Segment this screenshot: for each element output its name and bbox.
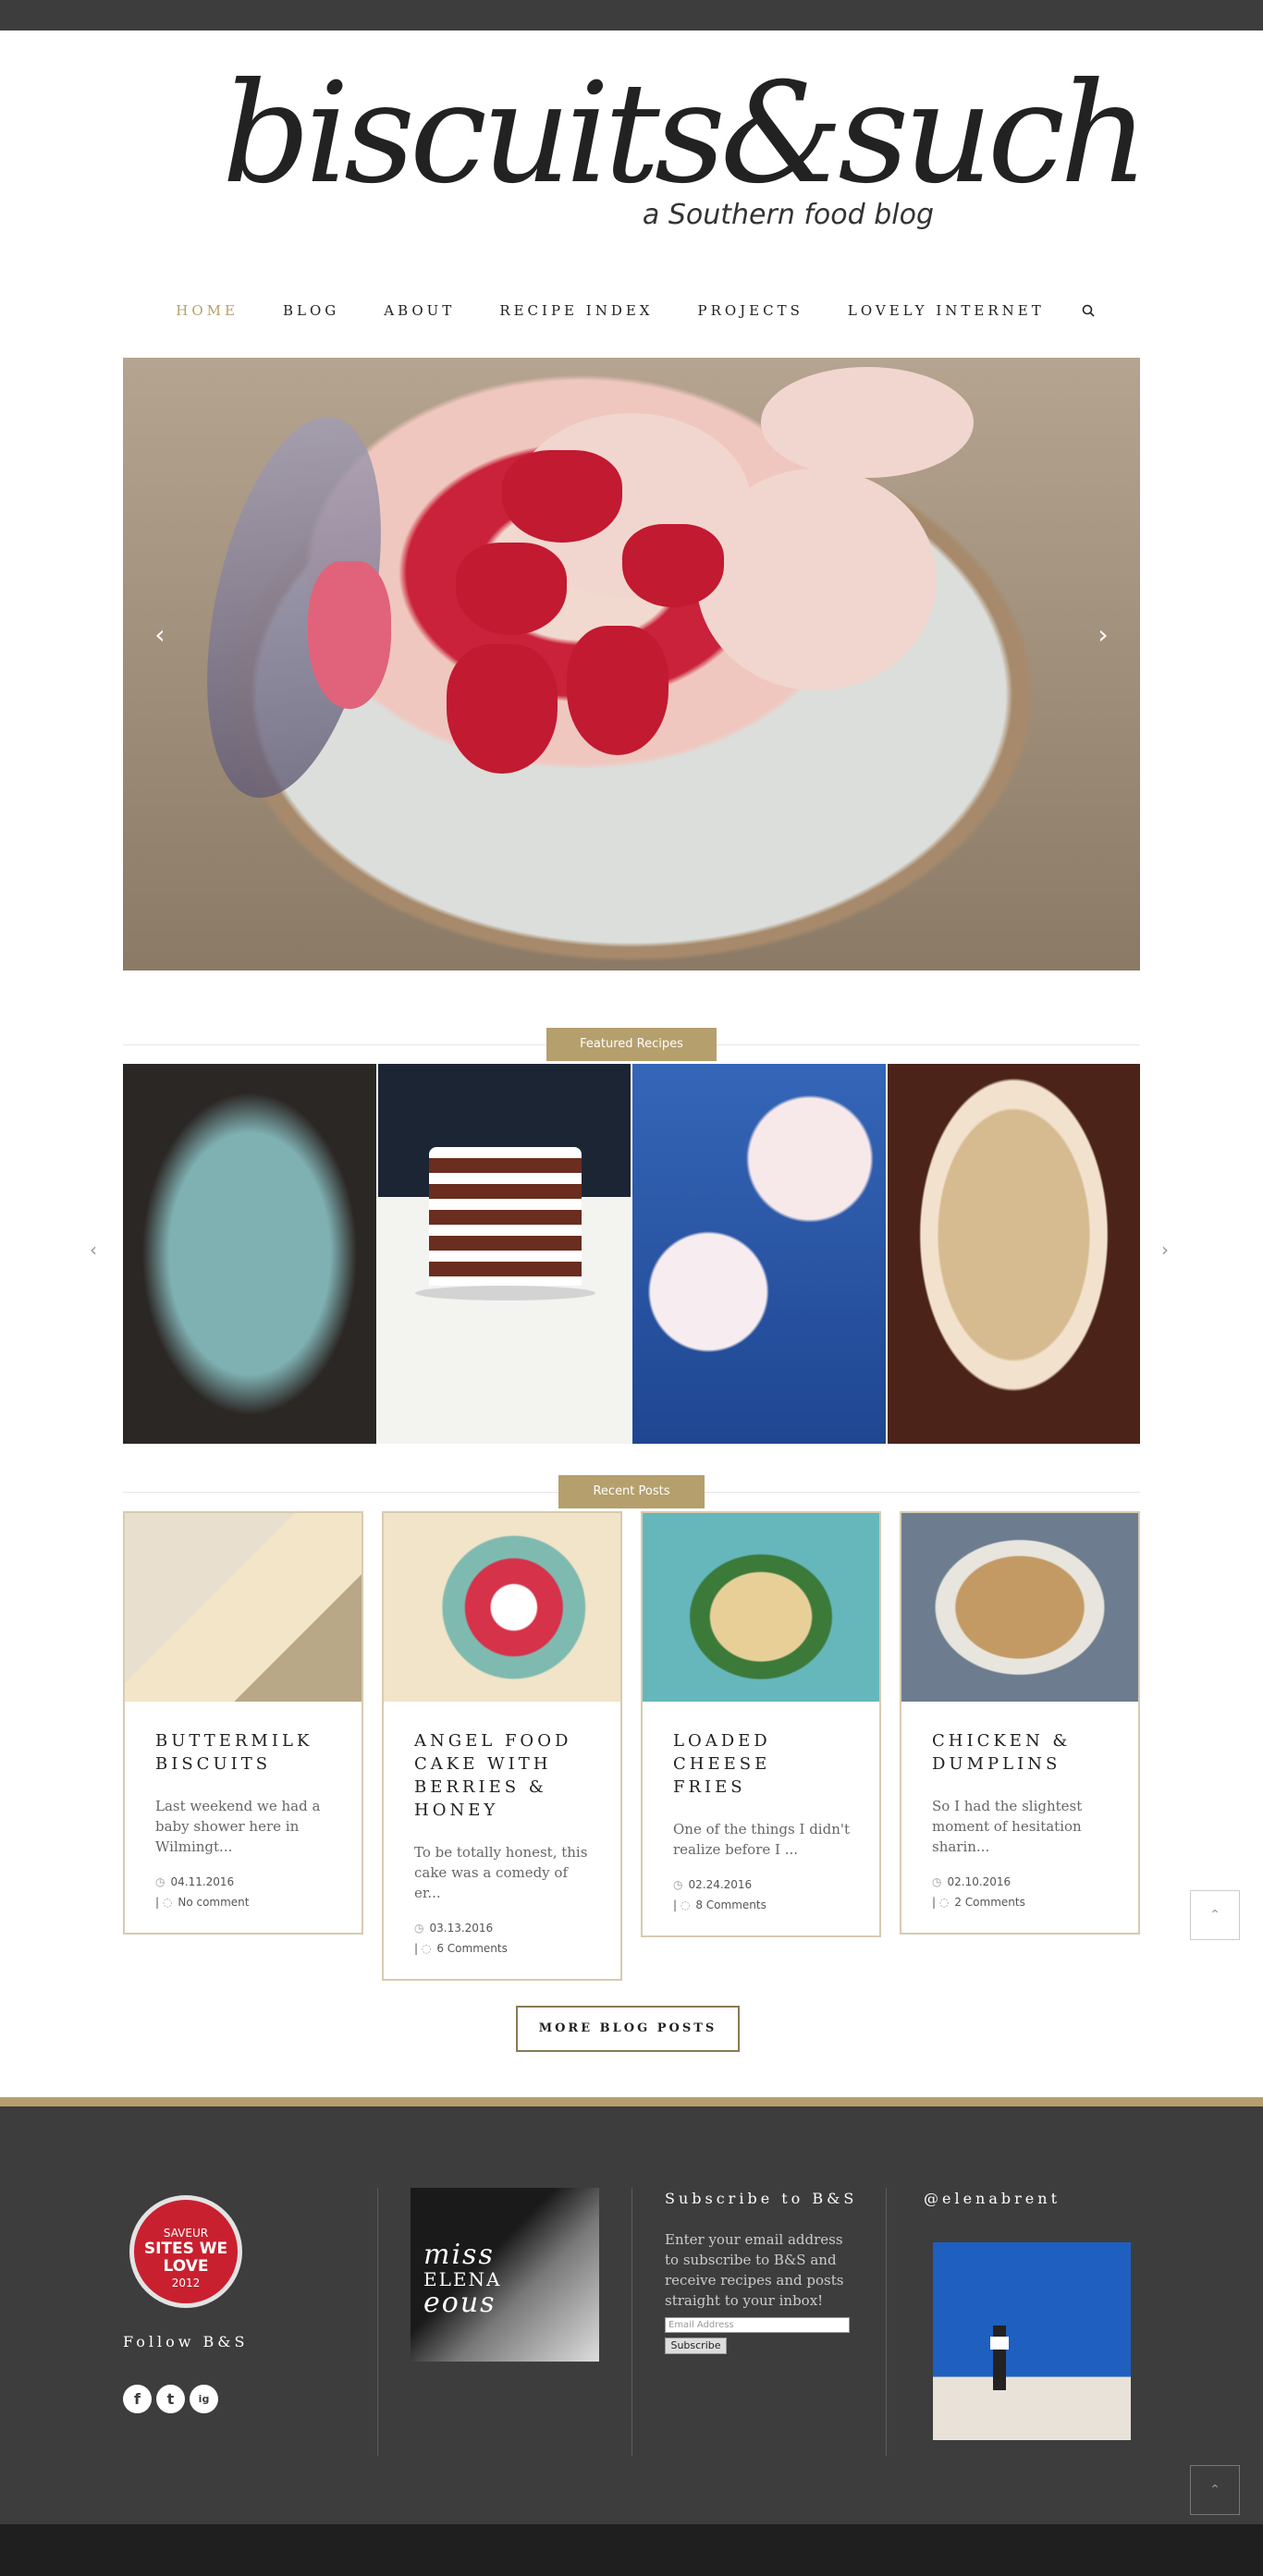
featured-item-apple-roses[interactable] [632,1064,886,1444]
comment-icon: ◌ [938,1896,950,1909]
post-comments[interactable]: No comment [178,1896,249,1909]
email-field[interactable]: Email Address [665,2317,850,2333]
social-links: f t ig [123,2385,218,2413]
comment-icon: ◌ [421,1942,432,1955]
post-excerpt: One of the things I didn't realize befor… [673,1821,851,1858]
post-meta: ◷ 03.13.2016 | ◌ 6 Comments [414,1922,508,1955]
post-title[interactable]: CHICKEN & DUMPLINS [932,1729,1110,1776]
seal-line-1: SAVEUR [163,2227,209,2240]
hero-prev-arrow[interactable]: ‹ [141,617,178,653]
footer-divider [886,2188,887,2456]
follow-heading: Follow B&S [123,2333,249,2350]
logo-tagline: a Southern food blog [642,199,934,231]
post-card[interactable]: CHICKEN & DUMPLINS So I had the slightes… [900,1511,1140,1935]
nav-recipe-index[interactable]: RECIPE INDEX [477,302,675,319]
site-logo[interactable]: biscuits&such a Southern food blog [222,51,1149,254]
clock-icon: ◷ [414,1922,424,1935]
post-excerpt: To be totally honest, this cake was a co… [414,1844,588,1901]
post-excerpt: So I had the slightest moment of hesitat… [932,1798,1083,1855]
featured-prev-arrow[interactable]: ‹ [90,1239,97,1261]
post-comments[interactable]: 8 Comments [695,1898,766,1911]
featured-label: Featured Recipes [546,1028,717,1061]
logo-wordmark: biscuits&such [222,54,1149,214]
hero-slider[interactable]: ‹ › [123,358,1140,971]
saveur-badge[interactable]: SAVEUR SITES WE LOVE 2012 [129,2195,242,2308]
post-title[interactable]: ANGEL FOOD CAKE WITH BERRIES & HONEY [414,1729,593,1822]
comment-icon: ◌ [162,1896,173,1909]
post-thumbnail[interactable] [901,1513,1138,1702]
post-card[interactable]: LOADED CHEESE FRIES One of the things I … [641,1511,881,1937]
footer-divider [377,2188,378,2456]
post-excerpt: Last weekend we had a baby shower here i… [155,1798,321,1855]
post-comments[interactable]: 6 Comments [436,1942,508,1955]
lighthouse-image [990,2326,1009,2390]
post-title[interactable]: BUTTERMILK BISCUITS [155,1729,334,1776]
featured-next-arrow[interactable]: › [1161,1239,1169,1261]
top-bar [0,0,1263,31]
clock-icon: ◷ [155,1875,166,1888]
scroll-to-top-button[interactable]: ⌃ [1190,2465,1240,2515]
subscribe-button[interactable]: Subscribe [665,2338,727,2354]
footer-bottom-bar [0,2524,1263,2576]
featured-item-cake[interactable] [377,1064,631,1444]
main-nav: HOME BLOG ABOUT RECIPE INDEX PROJECTS LO… [0,296,1263,325]
footer-accent-band [0,2097,1263,2106]
seal-line-4: 2012 [171,2277,201,2289]
nav-blog[interactable]: BLOG [261,302,362,319]
post-title[interactable]: LOADED CHEESE FRIES [673,1729,852,1799]
twitter-icon[interactable]: t [156,2385,185,2413]
post-card[interactable]: ANGEL FOOD CAKE WITH BERRIES & HONEY To … [382,1511,622,1981]
post-thumbnail[interactable] [384,1513,620,1702]
cake-image [428,1147,582,1286]
post-comments[interactable]: 2 Comments [954,1896,1025,1909]
featured-item-pie[interactable] [887,1064,1140,1444]
nav-home[interactable]: HOME [153,302,261,319]
comment-icon: ◌ [680,1898,691,1911]
post-thumbnail[interactable] [643,1513,879,1702]
post-meta: ◷ 04.11.2016 | ◌ No comment [155,1875,250,1909]
recent-label: Recent Posts [558,1475,705,1508]
seal-line-3: LOVE [163,2257,209,2276]
badge-line-3: eous [423,2287,497,2319]
instagram-photo[interactable] [933,2242,1131,2440]
nav-about[interactable]: ABOUT [362,302,477,319]
post-date: 02.24.2016 [688,1878,753,1891]
clock-icon: ◷ [932,1875,942,1888]
featured-carousel [123,1064,1140,1444]
seal-line-2: SITES WE [143,2240,228,2258]
clock-icon: ◷ [673,1878,683,1891]
post-card[interactable]: BUTTERMILK BISCUITS Last weekend we had … [123,1511,363,1935]
post-date: 04.11.2016 [170,1875,235,1888]
search-icon[interactable] [1067,304,1110,317]
misselleneous-badge[interactable]: miss ELENA eous [411,2188,599,2362]
post-date: 02.10.2016 [947,1875,1012,1888]
post-meta: ◷ 02.10.2016 | ◌ 2 Comments [932,1875,1025,1909]
hero-next-arrow[interactable]: › [1085,617,1122,653]
instagram-icon[interactable]: ig [190,2385,218,2413]
subscribe-heading: Subscribe to B&S [665,2190,858,2207]
post-date: 03.13.2016 [429,1922,494,1935]
badge-line-1: miss [423,2239,495,2271]
subscribe-description: Enter your email address to subscribe to… [665,2231,844,2309]
scroll-to-top-button[interactable]: ⌃ [1190,1890,1240,1940]
facebook-icon[interactable]: f [123,2385,152,2413]
instagram-heading: @elenabrent [924,2190,1061,2207]
post-thumbnail[interactable] [125,1513,362,1702]
nav-projects[interactable]: PROJECTS [675,302,825,319]
post-meta: ◷ 02.24.2016 | ◌ 8 Comments [673,1878,766,1911]
nav-lovely-internet[interactable]: LOVELY INTERNET [826,302,1067,319]
more-blog-posts-button[interactable]: MORE BLOG POSTS [516,2006,740,2052]
featured-item-oysters[interactable] [123,1064,376,1444]
cake-stand-image [414,1286,595,1300]
